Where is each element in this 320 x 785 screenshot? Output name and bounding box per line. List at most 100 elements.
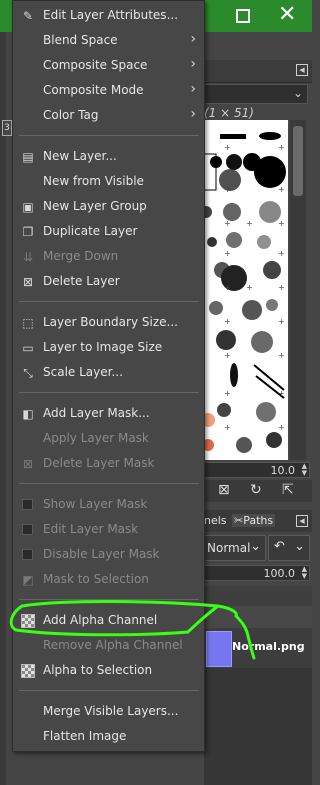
menu-item-add-alpha-channel[interactable]: Add Alpha Channel	[13, 610, 204, 632]
checkbox-icon	[22, 549, 33, 560]
menu-separator	[19, 483, 199, 484]
menu-item-disable-layer-mask: Disable Layer Mask	[13, 544, 204, 566]
menu-item-delete-layer[interactable]: ⊠ Delete Layer	[13, 271, 204, 293]
menu-item-alpha-to-selection[interactable]: Alpha to Selection	[13, 660, 204, 682]
menu-item-label: Delete Layer	[43, 274, 120, 288]
menu-item-label: Flatten Image	[43, 729, 127, 743]
menu-item-label: Layer Boundary Size...	[43, 315, 178, 329]
dock-tabs: nels ✂Paths ◀	[204, 510, 312, 532]
menu-item-label: Remove Alpha Channel	[43, 638, 183, 652]
refresh-icon[interactable]: ↻	[250, 482, 262, 498]
menu-item-composite-space[interactable]: Composite Space ›	[13, 55, 204, 77]
delete-brush-icon[interactable]: ⊠	[218, 482, 230, 498]
open-brush-icon[interactable]: ⇱	[282, 482, 294, 498]
spacing-value: 10.0	[270, 464, 296, 477]
menu-item-label: Layer to Image Size	[43, 340, 163, 354]
svg-text:+: +	[224, 351, 231, 360]
mode-label: Normal	[207, 541, 251, 555]
merge-down-icon: ⇊	[22, 250, 34, 264]
tab-channels[interactable]: nels	[204, 514, 227, 527]
maximize-icon[interactable]	[236, 9, 250, 23]
opacity-field[interactable]: 100.0 ▲ ▼	[204, 565, 310, 581]
layer-mode-select[interactable]: Normal ⌄	[204, 535, 266, 561]
opacity-value: 100.0	[263, 567, 296, 580]
menu-item-mask-to-selection: ◩ Mask to Selection	[13, 569, 204, 591]
tab-paths[interactable]: ✂Paths	[232, 514, 276, 527]
new-layer-group-icon: ▣	[22, 200, 34, 214]
menu-item-merge-visible-layers[interactable]: Merge Visible Layers...	[13, 701, 204, 723]
svg-text:+: +	[224, 219, 231, 228]
brush-previews: + + + + + + + + + + + + + + + + + + + +	[204, 132, 286, 453]
menu-item-blend-space[interactable]: Blend Space ›	[13, 30, 204, 52]
chevron-down-icon: ⌄	[294, 539, 305, 554]
menu-item-new-layer[interactable]: ▤ New Layer...	[13, 146, 204, 168]
svg-text:+: +	[278, 351, 285, 360]
chevron-down-icon: ⌄	[250, 539, 261, 554]
menu-item-label: New Layer Group	[43, 199, 147, 213]
menu-item-label: Disable Layer Mask	[43, 547, 160, 561]
menu-item-label: Edit Layer Mask	[43, 522, 139, 536]
svg-text:+: +	[278, 423, 285, 432]
chevron-down-icon: ⌄	[292, 86, 303, 100]
svg-text:+: +	[278, 219, 285, 228]
menu-item-label: Blend Space	[43, 33, 118, 47]
close-icon[interactable]: ✕	[278, 4, 296, 26]
brush-grid[interactable]: + + + + + + + + + + + + + + + + + + + +	[204, 120, 288, 460]
add-alpha-channel-icon	[21, 614, 35, 628]
menu-item-layer-boundary-size[interactable]: ⬚ Layer Boundary Size...	[13, 312, 204, 334]
svg-text:+: +	[224, 283, 231, 292]
menu-item-delete-layer-mask: ⊠ Delete Layer Mask	[13, 453, 204, 475]
svg-text:+: +	[278, 283, 285, 292]
spin-arrows-icon[interactable]: ▲ ▼	[302, 566, 307, 580]
menu-item-label: Edit Layer Attributes...	[43, 8, 179, 22]
chevron-right-icon: ›	[190, 31, 196, 47]
menu-separator	[19, 690, 199, 691]
menu-separator	[19, 301, 199, 302]
menu-item-add-layer-mask[interactable]: ◧ Add Layer Mask...	[13, 403, 204, 425]
svg-text:+: +	[246, 283, 253, 292]
layer-to-image-size-icon: ▭	[22, 341, 34, 355]
layer-context-menu: ✎ Edit Layer Attributes... Blend Space ›…	[12, 0, 205, 752]
checkbox-icon	[22, 499, 33, 510]
menu-item-duplicate-layer[interactable]: ❐ Duplicate Layer	[13, 221, 204, 243]
menu-separator	[19, 135, 199, 136]
layer-row[interactable]: Normal.png	[204, 628, 312, 668]
menu-item-edit-layer-mask: Edit Layer Mask	[13, 519, 204, 541]
menu-item-color-tag[interactable]: Color Tag ›	[13, 105, 204, 127]
delete-layer-icon: ⊠	[22, 275, 34, 289]
alpha-to-selection-icon	[21, 664, 35, 678]
menu-item-flatten-image[interactable]: Flatten Image	[13, 726, 204, 748]
menu-item-scale-layer[interactable]: ⤡ Scale Layer...	[13, 362, 204, 384]
menu-separator	[19, 392, 199, 393]
svg-text:+: +	[224, 389, 231, 398]
menu-item-label: Mask to Selection	[43, 572, 149, 586]
mode-group-select[interactable]: ↶ ⌄	[268, 535, 310, 561]
menu-item-composite-mode[interactable]: Composite Mode ›	[13, 80, 204, 102]
brush-grid-scrollbar[interactable]	[290, 120, 306, 460]
dock-menu-icon[interactable]: ◀	[296, 515, 308, 527]
menu-item-layer-to-image-size[interactable]: ▭ Layer to Image Size	[13, 337, 204, 359]
menu-item-new-from-visible[interactable]: New from Visible	[13, 171, 204, 193]
scrollbar-thumb[interactable]	[293, 126, 303, 196]
menu-item-label: Color Tag	[43, 108, 99, 122]
layers-list-header	[204, 606, 312, 629]
paths-icon: ✂	[234, 514, 244, 527]
menu-item-remove-alpha-channel: Remove Alpha Channel	[13, 635, 204, 657]
svg-text:+: +	[224, 423, 231, 432]
dock-menu-icon[interactable]: ◀	[296, 64, 308, 76]
menu-item-edit-layer-attributes[interactable]: ✎ Edit Layer Attributes...	[13, 5, 204, 27]
chevron-right-icon: ›	[190, 81, 196, 97]
menu-item-label: Delete Layer Mask	[43, 456, 155, 470]
menu-item-new-layer-group[interactable]: ▣ New Layer Group	[13, 196, 204, 218]
scale-layer-icon: ⤡	[23, 366, 33, 380]
brush-size-label: (1 × 51)	[204, 106, 254, 120]
spin-arrows-icon[interactable]: ▲ ▼	[302, 463, 307, 477]
edit-layer-attributes-icon: ✎	[22, 9, 34, 23]
menu-item-label: Add Alpha Channel	[43, 613, 158, 627]
brush-spacing-field[interactable]: 10.0 ▲ ▼	[204, 462, 310, 478]
layer-name: Normal.png	[232, 640, 305, 653]
layers-list-empty-area	[204, 668, 312, 785]
brush-tag-filter[interactable]: ⌄	[204, 84, 308, 104]
menu-item-label: Duplicate Layer	[43, 224, 138, 238]
svg-text:+: +	[278, 143, 285, 152]
